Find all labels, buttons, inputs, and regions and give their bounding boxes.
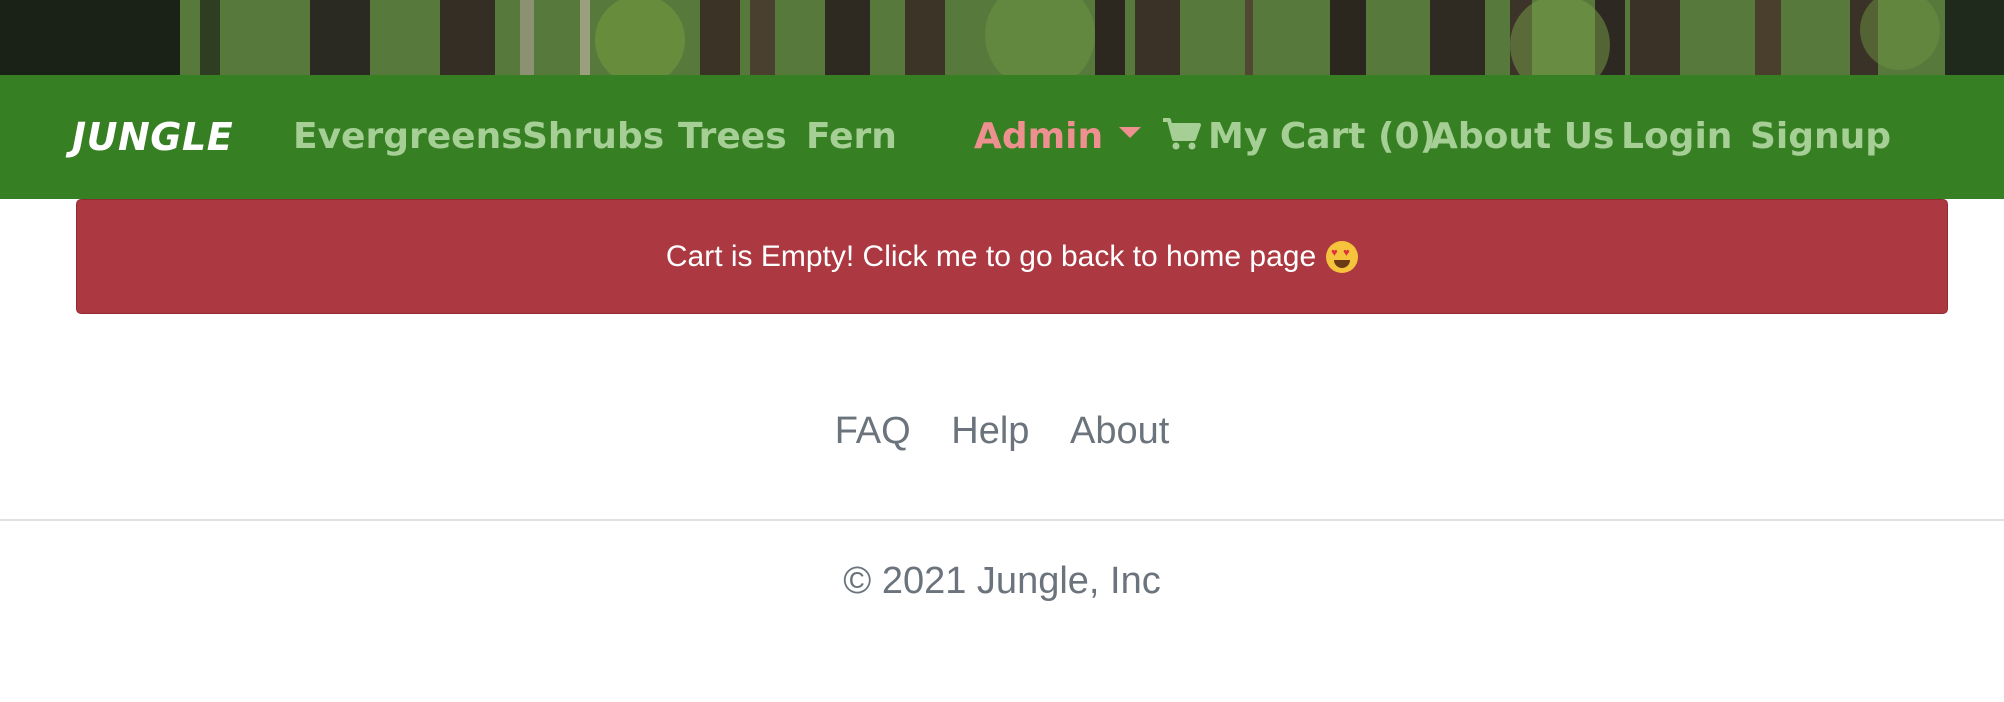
admin-dropdown-toggle[interactable]: Admin	[974, 116, 1142, 157]
footer-link-help[interactable]: Help	[951, 410, 1029, 452]
nav-link-fern[interactable]: Fern	[806, 116, 897, 157]
brand-logo[interactable]: JUNGLE	[72, 115, 233, 159]
caret-down-icon	[1119, 126, 1142, 138]
main-navbar: JUNGLE Evergreens Shrubs Trees Fern Admi…	[0, 75, 2004, 199]
footer-link-faq[interactable]: FAQ	[835, 410, 911, 452]
footer-link-about[interactable]: About	[1070, 410, 1169, 452]
empty-cart-alert[interactable]: Cart is Empty! Click me to go back to ho…	[76, 199, 1948, 314]
admin-label: Admin	[974, 116, 1104, 157]
footer-links: FAQ Help About	[0, 410, 2004, 453]
copyright-text: © 2021 Jungle, Inc	[843, 560, 1161, 602]
footer-divider	[0, 519, 2004, 521]
alert-message: Cart is Empty! Click me to go back to ho…	[665, 239, 1317, 273]
cart-label: My Cart (0)	[1208, 116, 1436, 157]
nav-link-shrubs[interactable]: Shrubs	[522, 116, 664, 157]
nav-link-login[interactable]: Login	[1621, 116, 1732, 157]
nav-link-about-us[interactable]: About Us	[1430, 116, 1614, 157]
heart-eyes-emoji-icon: ♥ ♥	[1326, 240, 1359, 273]
nav-link-trees[interactable]: Trees	[678, 116, 787, 157]
nav-link-my-cart[interactable]: My Cart (0)	[1162, 116, 1436, 157]
cart-icon	[1163, 118, 1201, 150]
forest-trees-illustration	[0, 0, 2004, 75]
hero-banner-image	[0, 0, 2004, 75]
nav-link-signup[interactable]: Signup	[1750, 116, 1891, 157]
nav-link-evergreens[interactable]: Evergreens	[293, 116, 523, 157]
